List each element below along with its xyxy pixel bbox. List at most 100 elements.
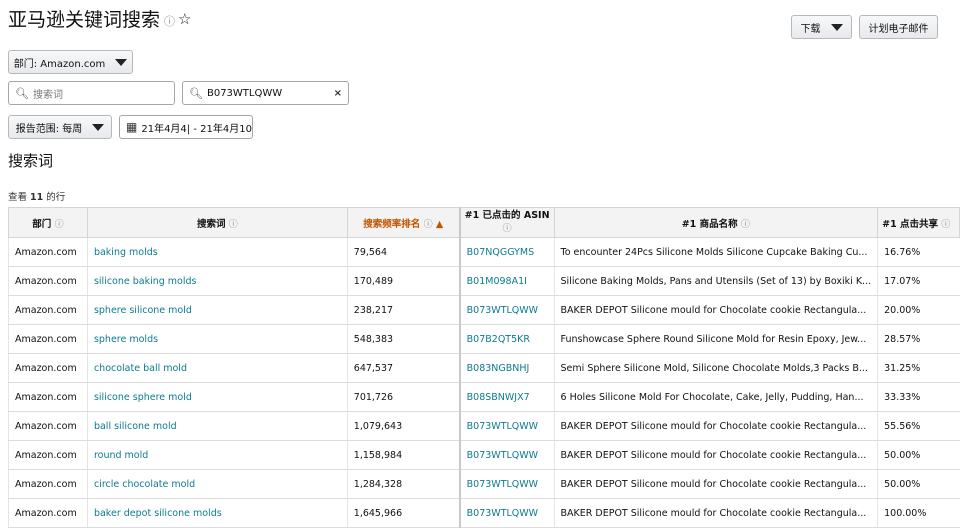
cell-click-share: 50.00% bbox=[877, 440, 960, 470]
info-icon[interactable]: ⓘ bbox=[741, 220, 750, 230]
clear-icon[interactable]: × bbox=[334, 88, 342, 99]
table-row: Amazon.com sphere silicone mold 238,217 B07… bbox=[8, 295, 960, 325]
cell-asin-link[interactable]: B01M098A1I bbox=[458, 266, 555, 296]
cell-click-share: 28.57% bbox=[877, 324, 960, 354]
cell-product-name: BAKER DEPOT Silicone mould for Chocolate… bbox=[553, 440, 878, 470]
cell-click-share: 17.07% bbox=[877, 266, 960, 296]
cell-department: Amazon.com bbox=[8, 324, 88, 354]
column-header-search-term[interactable]: 搜索词 ⓘ bbox=[86, 207, 348, 238]
cell-search-term-link[interactable]: chocolate ball mold bbox=[86, 353, 348, 383]
schedule-email-button[interactable]: 计划电子邮件 bbox=[859, 15, 938, 39]
cell-search-term-link[interactable]: baker depot silicone molds bbox=[86, 498, 348, 528]
cell-asin-link[interactable]: B073WTLQWW bbox=[458, 469, 555, 499]
sort-ascending-icon: ▲ bbox=[435, 218, 444, 230]
cell-rank: 1,645,966 bbox=[346, 498, 460, 528]
info-icon[interactable]: ⓘ bbox=[503, 224, 512, 234]
cell-asin-link[interactable]: B073WTLQWW bbox=[458, 440, 555, 470]
table-row: Amazon.com baker depot silicone molds 1,64… bbox=[8, 498, 960, 528]
cell-click-share: 20.00% bbox=[877, 295, 960, 325]
cell-department: Amazon.com bbox=[8, 498, 88, 528]
cell-product-name: BAKER DEPOT Silicone mould for Chocolate… bbox=[553, 411, 878, 441]
table-row: Amazon.com circle chocolate mold 1,284,328… bbox=[8, 469, 960, 499]
cell-product-name: BAKER DEPOT Silicone mould for Chocolate… bbox=[553, 295, 878, 325]
download-button[interactable]: 下载 bbox=[791, 15, 852, 39]
cell-department: Amazon.com bbox=[8, 353, 88, 383]
cell-asin-link[interactable]: B073WTLQWW bbox=[458, 411, 555, 441]
schedule-email-label: 计划电子邮件 bbox=[868, 23, 929, 35]
column-header-rank[interactable]: 搜索频率排名 ⓘ ▲ bbox=[346, 207, 461, 238]
cell-rank: 647,537 bbox=[346, 353, 460, 383]
cell-product-name: Semi Sphere Silicone Mold, Silicone Choc… bbox=[553, 353, 878, 383]
calendar-icon[interactable]: ▦ bbox=[126, 120, 137, 134]
cell-product-name: Silicone Baking Molds, Pans and Utensils… bbox=[553, 266, 878, 296]
cell-product-name: BAKER DEPOT Silicone mould for Chocolate… bbox=[553, 469, 878, 499]
search-icon: 🔍︎ bbox=[15, 86, 29, 100]
cell-search-term-link[interactable]: sphere silicone mold bbox=[86, 295, 348, 325]
table-row: Amazon.com sphere molds 548,383 B07B2QT5KR F… bbox=[8, 324, 960, 354]
search-terms-table: 部门 ⓘ 搜索词 ⓘ 搜索频率排名 ⓘ ▲ #1 已点击的 ASIN ⓘ #1 商… bbox=[8, 207, 960, 528]
table-row: Amazon.com baking molds 79,564 B07NQGGYMS To… bbox=[8, 237, 960, 267]
chevron-down-icon bbox=[92, 123, 105, 131]
cell-search-term-link[interactable]: round mold bbox=[86, 440, 348, 470]
cell-search-term-link[interactable]: ball silicone mold bbox=[86, 411, 348, 441]
cell-rank: 701,726 bbox=[346, 382, 460, 412]
cell-asin-link[interactable]: B073WTLQWW bbox=[458, 295, 555, 325]
search-term-input[interactable]: 🔍︎ 搜索词 bbox=[8, 81, 175, 105]
cell-asin-link[interactable]: B073WTLQWW bbox=[458, 498, 555, 528]
cell-click-share: 16.76% bbox=[877, 237, 960, 267]
cell-department: Amazon.com bbox=[8, 295, 88, 325]
cell-rank: 170,489 bbox=[346, 266, 460, 296]
report-range-select[interactable]: 报告范围: 每周 bbox=[8, 115, 112, 139]
column-header-share[interactable]: #1 点击共享 ⓘ bbox=[877, 207, 960, 238]
cell-rank: 238,217 bbox=[346, 295, 460, 325]
cell-rank: 1,284,328 bbox=[346, 469, 460, 499]
chevron-down-icon bbox=[115, 58, 128, 66]
cell-search-term-link[interactable]: circle chocolate mold bbox=[86, 469, 348, 499]
cell-click-share: 100.00% bbox=[877, 498, 960, 528]
info-icon[interactable]: ⓘ bbox=[164, 15, 175, 28]
cell-rank: 79,564 bbox=[346, 237, 460, 267]
column-header-department[interactable]: 部门 ⓘ bbox=[8, 207, 88, 238]
column-header-asin[interactable]: #1 已点击的 ASIN ⓘ bbox=[458, 207, 555, 238]
date-range-value: 21年4月4| - 21年4月10 bbox=[141, 123, 252, 135]
cell-asin-link[interactable]: B08SBNWJX7 bbox=[458, 382, 555, 412]
cell-rank: 1,158,984 bbox=[346, 440, 460, 470]
table-row: Amazon.com silicone sphere mold 701,726 B08… bbox=[8, 382, 960, 412]
star-icon[interactable]: ☆ bbox=[178, 10, 191, 28]
row-count: 查看 11 的行 bbox=[8, 192, 66, 203]
table-header-row: 部门 ⓘ 搜索词 ⓘ 搜索频率排名 ⓘ ▲ #1 已点击的 ASIN ⓘ #1 商… bbox=[8, 207, 960, 238]
cell-department: Amazon.com bbox=[8, 411, 88, 441]
info-icon[interactable]: ⓘ bbox=[229, 220, 238, 230]
cell-rank: 1,079,643 bbox=[346, 411, 460, 441]
department-select[interactable]: 部门: Amazon.com bbox=[8, 50, 133, 74]
column-header-product[interactable]: #1 商品名称 ⓘ bbox=[553, 207, 879, 238]
table-row: Amazon.com chocolate ball mold 647,537 B083… bbox=[8, 353, 960, 383]
download-label: 下载 bbox=[800, 23, 821, 35]
search-term-placeholder: 搜索词 bbox=[32, 89, 63, 101]
asin-search-input[interactable]: 🔍︎ B073WTLQWW × bbox=[182, 81, 349, 105]
search-icon: 🔍︎ bbox=[189, 86, 203, 100]
cell-department: Amazon.com bbox=[8, 440, 88, 470]
info-icon[interactable]: ⓘ bbox=[55, 220, 64, 230]
info-icon[interactable]: ⓘ bbox=[424, 220, 433, 230]
cell-product-name: 6 Holes Silicone Mold For Chocolate, Cak… bbox=[553, 382, 878, 412]
cell-department: Amazon.com bbox=[8, 469, 88, 499]
cell-click-share: 33.33% bbox=[877, 382, 960, 412]
cell-asin-link[interactable]: B07B2QT5KR bbox=[458, 324, 555, 354]
info-icon[interactable]: ⓘ bbox=[941, 220, 950, 230]
asin-search-value: B073WTLQWW bbox=[206, 87, 283, 99]
date-range-input[interactable]: ▦ 21年4月4| - 21年4月10 bbox=[119, 115, 253, 139]
cell-click-share: 31.25% bbox=[877, 353, 960, 383]
cell-product-name: BAKER DEPOT Silicone mould for Chocolate… bbox=[553, 498, 878, 528]
cell-asin-link[interactable]: B07NQGGYMS bbox=[458, 237, 555, 267]
cell-department: Amazon.com bbox=[8, 266, 88, 296]
cell-asin-link[interactable]: B083NGBNHJ bbox=[458, 353, 555, 383]
cell-search-term-link[interactable]: sphere molds bbox=[86, 324, 348, 354]
cell-search-term-link[interactable]: silicone baking molds bbox=[86, 266, 348, 296]
cell-search-term-link[interactable]: baking molds bbox=[86, 237, 348, 267]
row-count-number: 11 bbox=[30, 192, 44, 203]
cell-rank: 548,383 bbox=[346, 324, 460, 354]
chevron-down-icon bbox=[830, 23, 843, 31]
page-title-bar: 亚马逊关键词搜索 ⓘ ☆ bbox=[8, 5, 191, 32]
cell-search-term-link[interactable]: silicone sphere mold bbox=[86, 382, 348, 412]
